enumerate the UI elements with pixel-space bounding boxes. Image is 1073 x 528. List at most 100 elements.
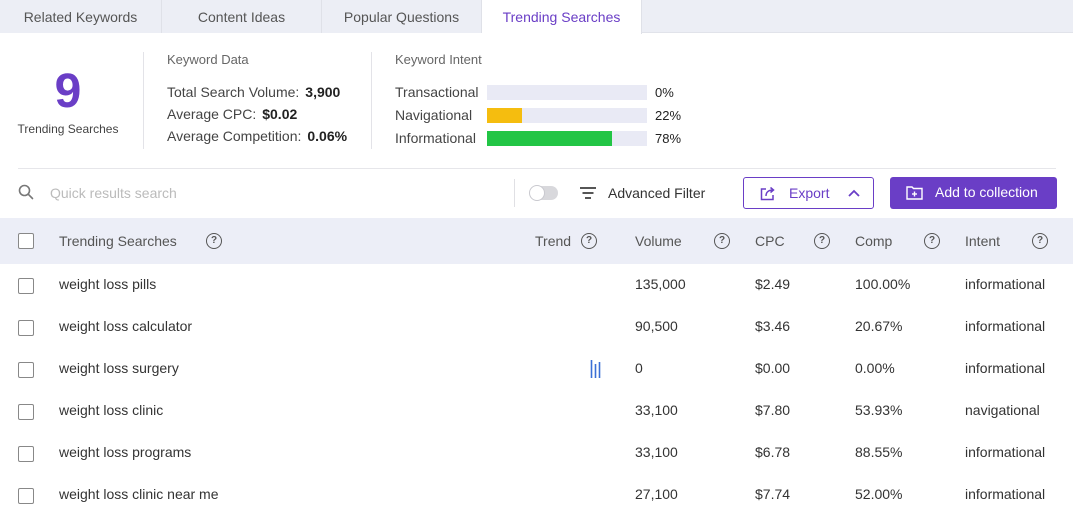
tab-trending-searches[interactable]: Trending Searches	[482, 0, 642, 34]
volume-cell: 27,100	[635, 486, 678, 502]
intent-cell: informational	[965, 360, 1046, 376]
export-label: Export	[789, 185, 830, 201]
keyword-cell[interactable]: weight loss surgery	[59, 360, 179, 376]
select-all-checkbox[interactable]	[18, 233, 34, 249]
intent-percent-transactional: 0%	[655, 85, 674, 100]
total-volume-value: 3,900	[305, 84, 341, 100]
avg-comp-value: 0.06%	[307, 128, 348, 144]
intent-cell: informational	[965, 318, 1046, 334]
cpc-cell: $0.00	[755, 360, 791, 376]
cpc-cell: $2.49	[755, 276, 791, 292]
row-checkbox[interactable]	[18, 362, 34, 378]
help-icon[interactable]: ?	[924, 233, 940, 249]
volume-cell: 90,500	[635, 318, 678, 334]
export-button[interactable]: Export	[743, 177, 874, 209]
cpc-cell: $6.78	[755, 444, 791, 460]
chevron-up-icon	[848, 189, 860, 197]
trend-sparkline-icon	[590, 360, 601, 378]
advanced-filter-button[interactable]: Advanced Filter	[608, 185, 705, 201]
table-row: weight loss calculator 90,500 $3.46 20.6…	[0, 306, 1073, 348]
toolbar-divider	[514, 179, 515, 207]
tab-related-keywords[interactable]: Related Keywords	[0, 0, 162, 33]
table-row: weight loss programs 33,100 $6.78 88.55%…	[0, 432, 1073, 474]
tab-popular-questions[interactable]: Popular Questions	[322, 0, 482, 33]
search-icon	[18, 184, 34, 200]
tab-label: Related Keywords	[23, 8, 138, 25]
section-divider	[18, 168, 1056, 169]
divider	[143, 52, 144, 149]
folder-add-icon	[906, 186, 923, 200]
comp-cell: 0.00%	[855, 360, 895, 376]
intent-percent-informational: 78%	[655, 131, 682, 146]
header-intent[interactable]: Intent	[965, 233, 1000, 249]
total-volume-row: Total Search Volume: 3,900	[167, 84, 340, 100]
table-row: weight loss clinic near me 27,100 $7.74 …	[0, 474, 1073, 516]
cpc-cell: $7.80	[755, 402, 791, 418]
table-header: Trending Searches ? Trend ? Volume ? CPC…	[0, 218, 1073, 264]
comp-cell: 20.67%	[855, 318, 903, 334]
keyword-cell[interactable]: weight loss programs	[59, 444, 191, 460]
toggle-knob	[529, 185, 545, 201]
intent-cell: navigational	[965, 402, 1040, 418]
intent-bar-transactional	[487, 85, 647, 100]
tab-label: Popular Questions	[343, 8, 460, 25]
filter-icon[interactable]	[580, 186, 596, 200]
comp-cell: 100.00%	[855, 276, 911, 292]
header-volume[interactable]: Volume	[635, 233, 682, 249]
quick-search-input[interactable]	[50, 182, 350, 204]
intent-bar-informational	[487, 131, 647, 146]
keyword-cell[interactable]: weight loss pills	[59, 276, 156, 292]
intent-percent-navigational: 22%	[655, 108, 682, 123]
header-cpc[interactable]: CPC	[755, 233, 785, 249]
share-icon	[760, 186, 775, 201]
help-icon[interactable]: ?	[814, 233, 830, 249]
trending-count: 9	[54, 65, 82, 118]
help-icon[interactable]: ?	[206, 233, 222, 249]
toggle-switch[interactable]	[529, 185, 558, 201]
avg-comp-row: Average Competition: 0.06%	[167, 128, 347, 144]
table-row: weight loss surgery 0 $0.00 0.00% inform…	[0, 348, 1073, 390]
row-checkbox[interactable]	[18, 488, 34, 504]
row-checkbox[interactable]	[18, 404, 34, 420]
tab-label: Trending Searches	[502, 9, 621, 25]
help-icon[interactable]: ?	[581, 233, 597, 249]
row-checkbox[interactable]	[18, 446, 34, 462]
trending-count-label: Trending Searches	[17, 122, 119, 136]
row-checkbox[interactable]	[18, 278, 34, 294]
keyword-cell[interactable]: weight loss clinic	[59, 402, 163, 418]
help-icon[interactable]: ?	[714, 233, 730, 249]
table-row: weight loss pills 135,000 $2.49 100.00% …	[0, 264, 1073, 306]
keyword-intent-title: Keyword Intent	[395, 52, 482, 67]
volume-cell: 33,100	[635, 444, 678, 460]
help-icon[interactable]: ?	[1032, 233, 1048, 249]
cpc-cell: $7.74	[755, 486, 791, 502]
add-to-collection-label: Add to collection	[935, 184, 1038, 200]
header-trend[interactable]: Trend	[535, 233, 571, 249]
add-to-collection-button[interactable]: Add to collection	[890, 177, 1057, 209]
keyword-cell[interactable]: weight loss calculator	[59, 318, 192, 334]
keyword-cell[interactable]: weight loss clinic near me	[59, 486, 219, 502]
row-checkbox[interactable]	[18, 320, 34, 336]
comp-cell: 53.93%	[855, 402, 903, 418]
tab-label: Content Ideas	[197, 8, 286, 25]
avg-cpc-label: Average CPC:	[167, 106, 257, 122]
header-keyword[interactable]: Trending Searches	[59, 233, 177, 249]
intent-cell: informational	[965, 486, 1046, 502]
intent-label-informational: Informational	[395, 130, 476, 146]
intent-bar-navigational	[487, 108, 647, 123]
tab-content-ideas[interactable]: Content Ideas	[162, 0, 322, 33]
intent-cell: informational	[965, 276, 1046, 292]
intent-cell: informational	[965, 444, 1046, 460]
divider	[371, 52, 372, 149]
intent-bar-fill	[487, 131, 612, 146]
cpc-cell: $3.46	[755, 318, 791, 334]
table-row: weight loss clinic 33,100 $7.80 53.93% n…	[0, 390, 1073, 432]
tab-bar: Related Keywords Content Ideas Popular Q…	[0, 0, 1073, 34]
avg-cpc-value: $0.02	[262, 106, 298, 122]
header-comp[interactable]: Comp	[855, 233, 892, 249]
avg-cpc-row: Average CPC: $0.02	[167, 106, 297, 122]
volume-cell: 0	[635, 360, 643, 376]
comp-cell: 88.55%	[855, 444, 903, 460]
comp-cell: 52.00%	[855, 486, 903, 502]
keyword-data-title: Keyword Data	[167, 52, 249, 67]
